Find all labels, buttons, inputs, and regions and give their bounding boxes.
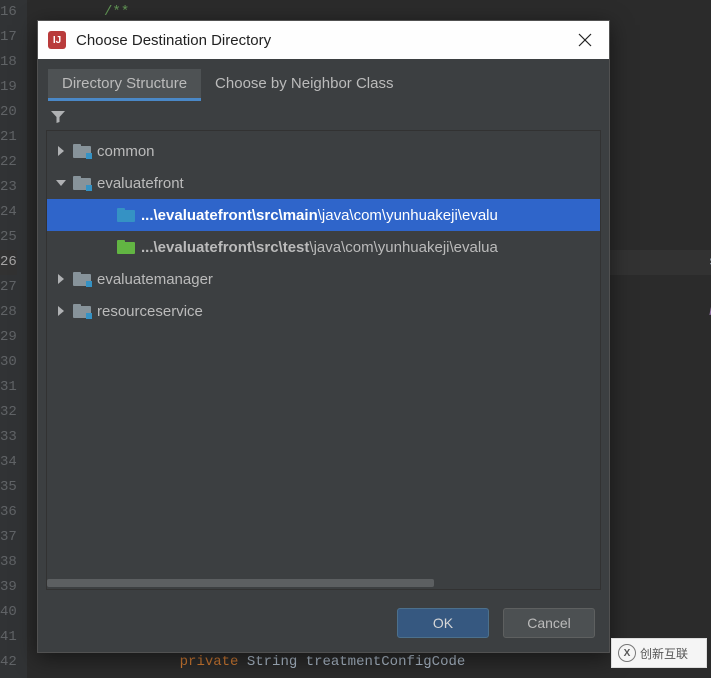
tree-row[interactable]: ...\evaluatefront\src\main\java\com\yunh… <box>47 199 600 231</box>
horizontal-scrollbar[interactable] <box>47 577 600 589</box>
tree-row-label: resourceservice <box>97 303 203 320</box>
tree-row-label: common <box>97 143 155 160</box>
folder-icon <box>73 144 91 158</box>
filter-button[interactable] <box>48 107 68 127</box>
chevron-right-icon <box>97 207 113 223</box>
chevron-right-icon <box>97 239 113 255</box>
tree-row[interactable]: evaluatemanager <box>47 263 600 295</box>
tree-row[interactable]: evaluatefront <box>47 167 600 199</box>
dialog-title: Choose Destination Directory <box>76 32 561 49</box>
folder-icon <box>117 208 135 222</box>
tab-choose-by-neighbor-class[interactable]: Choose by Neighbor Class <box>201 69 407 101</box>
tree-row[interactable]: common <box>47 135 600 167</box>
chevron-right-icon[interactable] <box>53 303 69 319</box>
close-button[interactable] <box>571 26 599 54</box>
tree-row-label: evaluatemanager <box>97 271 213 288</box>
filter-icon <box>50 109 66 125</box>
chevron-right-icon[interactable] <box>53 271 69 287</box>
dialog-tabs: Directory StructureChoose by Neighbor Cl… <box>38 59 609 101</box>
scrollbar-thumb[interactable] <box>47 579 434 587</box>
tree-row-label: evaluatefront <box>97 175 184 192</box>
directory-tree-panel: common evaluatefront ...\evaluatefront\src… <box>46 130 601 590</box>
chevron-right-icon[interactable] <box>53 143 69 159</box>
tree-row-label: ...\evaluatefront\src\test\java\com\yunh… <box>141 239 498 256</box>
watermark-text: 创新互联 <box>640 645 688 662</box>
folder-icon <box>73 176 91 190</box>
tree-row-label: ...\evaluatefront\src\main\java\com\yunh… <box>141 207 498 224</box>
folder-icon <box>73 272 91 286</box>
close-icon <box>578 33 592 47</box>
folder-icon <box>117 240 135 254</box>
dialog-button-row: OK Cancel <box>38 598 609 652</box>
dialog-titlebar: IJ Choose Destination Directory <box>38 21 609 59</box>
ok-button[interactable]: OK <box>397 608 489 638</box>
watermark-badge: X 创新互联 <box>611 638 707 668</box>
intellij-icon: IJ <box>48 31 66 49</box>
tree-row[interactable]: ...\evaluatefront\src\test\java\com\yunh… <box>47 231 600 263</box>
directory-tree[interactable]: common evaluatefront ...\evaluatefront\src… <box>47 131 600 577</box>
choose-destination-dialog: IJ Choose Destination Directory Director… <box>37 20 610 653</box>
tree-row[interactable]: resourceservice <box>47 295 600 327</box>
watermark-logo-icon: X <box>618 644 636 662</box>
line-number-gutter: 1617181920212223242526272829303132333435… <box>0 0 27 678</box>
chevron-down-icon[interactable] <box>53 175 69 191</box>
tab-directory-structure[interactable]: Directory Structure <box>48 69 201 101</box>
cancel-button[interactable]: Cancel <box>503 608 595 638</box>
folder-icon <box>73 304 91 318</box>
tree-toolbar <box>38 101 609 130</box>
